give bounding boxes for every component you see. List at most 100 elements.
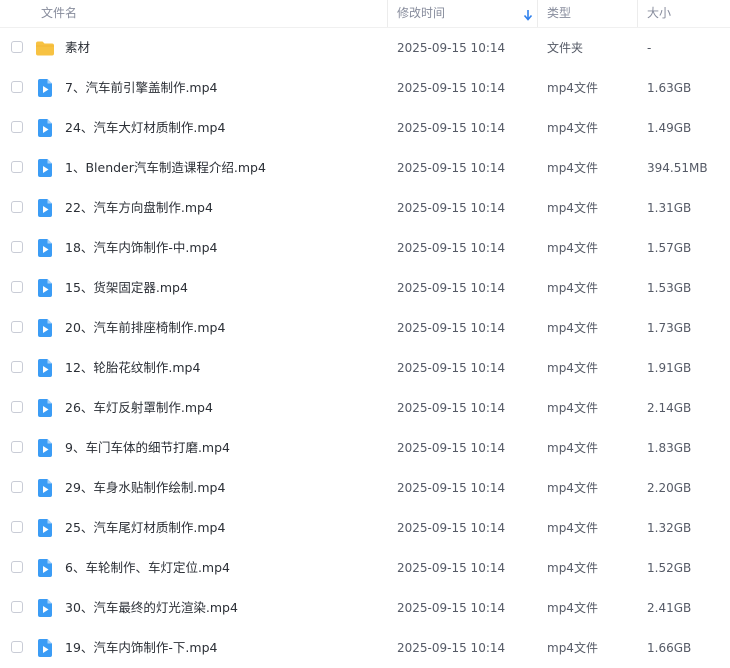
file-name[interactable]: 6、车轮制作、车灯定位.mp4 bbox=[65, 548, 230, 588]
file-name[interactable]: 15、货架固定器.mp4 bbox=[65, 268, 188, 308]
file-name[interactable]: 20、汽车前排座椅制作.mp4 bbox=[65, 308, 225, 348]
file-list: 素材 2025-09-15 10:14 文件夹 - 7、汽车前引擎盖制作.mp4 2025… bbox=[0, 28, 730, 668]
file-size: 1.83GB bbox=[647, 441, 692, 455]
file-modified: 2025-09-15 10:14 bbox=[397, 641, 506, 655]
video-icon bbox=[35, 558, 55, 578]
file-name[interactable]: 12、轮胎花纹制作.mp4 bbox=[65, 348, 200, 388]
video-icon bbox=[35, 318, 55, 338]
arrow-down-icon[interactable] bbox=[522, 0, 534, 27]
file-row[interactable]: 22、汽车方向盘制作.mp4 2025-09-15 10:14 mp4文件 1.31G… bbox=[0, 188, 730, 228]
row-checkbox[interactable] bbox=[11, 161, 23, 173]
column-divider[interactable] bbox=[387, 0, 388, 27]
column-header-type[interactable]: 类型 bbox=[547, 0, 571, 27]
row-checkbox[interactable] bbox=[11, 121, 23, 133]
row-checkbox[interactable] bbox=[11, 361, 23, 373]
video-icon bbox=[35, 518, 55, 538]
file-type: mp4文件 bbox=[547, 521, 598, 535]
file-row[interactable]: 20、汽车前排座椅制作.mp4 2025-09-15 10:14 mp4文件 1.73… bbox=[0, 308, 730, 348]
file-row[interactable]: 7、汽车前引擎盖制作.mp4 2025-09-15 10:14 mp4文件 1.63G… bbox=[0, 68, 730, 108]
video-icon bbox=[35, 398, 55, 418]
file-size: 394.51MB bbox=[647, 161, 708, 175]
row-checkbox[interactable] bbox=[11, 441, 23, 453]
file-name[interactable]: 30、汽车最终的灯光渲染.mp4 bbox=[65, 588, 238, 628]
file-modified: 2025-09-15 10:14 bbox=[397, 161, 506, 175]
video-icon bbox=[35, 638, 55, 658]
file-row[interactable]: 25、汽车尾灯材质制作.mp4 2025-09-15 10:14 mp4文件 1.32… bbox=[0, 508, 730, 548]
video-icon bbox=[35, 158, 55, 178]
video-icon bbox=[35, 358, 55, 378]
file-name[interactable]: 29、车身水贴制作绘制.mp4 bbox=[65, 468, 225, 508]
file-name[interactable]: 24、汽车大灯材质制作.mp4 bbox=[65, 108, 225, 148]
column-header-name[interactable]: 文件名 bbox=[41, 0, 77, 27]
file-size: 1.57GB bbox=[647, 241, 692, 255]
file-name[interactable]: 素材 bbox=[65, 28, 90, 68]
video-icon bbox=[35, 598, 55, 618]
file-size: 1.63GB bbox=[647, 81, 692, 95]
file-type: mp4文件 bbox=[547, 321, 598, 335]
file-row[interactable]: 15、货架固定器.mp4 2025-09-15 10:14 mp4文件 1.53GB bbox=[0, 268, 730, 308]
row-checkbox[interactable] bbox=[11, 41, 23, 53]
row-checkbox[interactable] bbox=[11, 281, 23, 293]
file-row[interactable]: 12、轮胎花纹制作.mp4 2025-09-15 10:14 mp4文件 1.91GB bbox=[0, 348, 730, 388]
file-type: mp4文件 bbox=[547, 281, 598, 295]
file-row[interactable]: 24、汽车大灯材质制作.mp4 2025-09-15 10:14 mp4文件 1.49… bbox=[0, 108, 730, 148]
file-modified: 2025-09-15 10:14 bbox=[397, 121, 506, 135]
row-checkbox[interactable] bbox=[11, 481, 23, 493]
file-name[interactable]: 7、汽车前引擎盖制作.mp4 bbox=[65, 68, 218, 108]
file-row[interactable]: 19、汽车内饰制作-下.mp4 2025-09-15 10:14 mp4文件 1.66… bbox=[0, 628, 730, 668]
row-checkbox[interactable] bbox=[11, 561, 23, 573]
column-header-modified[interactable]: 修改时间 bbox=[397, 0, 445, 27]
file-type: mp4文件 bbox=[547, 361, 598, 375]
file-modified: 2025-09-15 10:14 bbox=[397, 81, 506, 95]
row-checkbox[interactable] bbox=[11, 241, 23, 253]
file-size: 1.53GB bbox=[647, 281, 692, 295]
file-type: mp4文件 bbox=[547, 161, 598, 175]
file-name[interactable]: 22、汽车方向盘制作.mp4 bbox=[65, 188, 213, 228]
file-name[interactable]: 26、车灯反射罩制作.mp4 bbox=[65, 388, 213, 428]
row-checkbox[interactable] bbox=[11, 321, 23, 333]
file-modified: 2025-09-15 10:14 bbox=[397, 601, 506, 615]
file-name[interactable]: 1、Blender汽车制造课程介绍.mp4 bbox=[65, 148, 266, 188]
row-checkbox[interactable] bbox=[11, 81, 23, 93]
file-list-header: 文件名 修改时间 类型 大小 bbox=[0, 0, 730, 28]
file-type: mp4文件 bbox=[547, 561, 598, 575]
file-type: mp4文件 bbox=[547, 641, 598, 655]
file-name[interactable]: 25、汽车尾灯材质制作.mp4 bbox=[65, 508, 225, 548]
file-name[interactable]: 9、车门车体的细节打磨.mp4 bbox=[65, 428, 230, 468]
file-size: 1.66GB bbox=[647, 641, 692, 655]
file-type: mp4文件 bbox=[547, 201, 598, 215]
file-type: mp4文件 bbox=[547, 441, 598, 455]
file-type: mp4文件 bbox=[547, 601, 598, 615]
row-checkbox[interactable] bbox=[11, 641, 23, 653]
file-name[interactable]: 18、汽车内饰制作-中.mp4 bbox=[65, 228, 217, 268]
file-row[interactable]: 1、Blender汽车制造课程介绍.mp4 2025-09-15 10:14 mp4… bbox=[0, 148, 730, 188]
file-modified: 2025-09-15 10:14 bbox=[397, 441, 506, 455]
file-size: 2.41GB bbox=[647, 601, 692, 615]
file-modified: 2025-09-15 10:14 bbox=[397, 521, 506, 535]
row-checkbox[interactable] bbox=[11, 201, 23, 213]
file-row[interactable]: 30、汽车最终的灯光渲染.mp4 2025-09-15 10:14 mp4文件 2.4… bbox=[0, 588, 730, 628]
file-row[interactable]: 素材 2025-09-15 10:14 文件夹 - bbox=[0, 28, 730, 68]
file-name[interactable]: 19、汽车内饰制作-下.mp4 bbox=[65, 628, 217, 668]
row-checkbox[interactable] bbox=[11, 401, 23, 413]
file-row[interactable]: 26、车灯反射罩制作.mp4 2025-09-15 10:14 mp4文件 2.14G… bbox=[0, 388, 730, 428]
file-type: mp4文件 bbox=[547, 481, 598, 495]
file-row[interactable]: 6、车轮制作、车灯定位.mp4 2025-09-15 10:14 mp4文件 1.52… bbox=[0, 548, 730, 588]
column-divider[interactable] bbox=[537, 0, 538, 27]
column-divider[interactable] bbox=[637, 0, 638, 27]
file-type: 文件夹 bbox=[547, 41, 584, 55]
file-size: 1.31GB bbox=[647, 201, 692, 215]
row-checkbox[interactable] bbox=[11, 521, 23, 533]
video-icon bbox=[35, 238, 55, 258]
file-modified: 2025-09-15 10:14 bbox=[397, 361, 506, 375]
file-row[interactable]: 9、车门车体的细节打磨.mp4 2025-09-15 10:14 mp4文件 1.83… bbox=[0, 428, 730, 468]
file-row[interactable]: 29、车身水贴制作绘制.mp4 2025-09-15 10:14 mp4文件 2.20… bbox=[0, 468, 730, 508]
file-size: 2.14GB bbox=[647, 401, 692, 415]
file-modified: 2025-09-15 10:14 bbox=[397, 281, 506, 295]
file-row[interactable]: 18、汽车内饰制作-中.mp4 2025-09-15 10:14 mp4文件 1.57… bbox=[0, 228, 730, 268]
file-size: 1.49GB bbox=[647, 121, 692, 135]
column-header-size[interactable]: 大小 bbox=[647, 0, 671, 27]
file-modified: 2025-09-15 10:14 bbox=[397, 241, 506, 255]
row-checkbox[interactable] bbox=[11, 601, 23, 613]
file-size: - bbox=[647, 41, 652, 55]
